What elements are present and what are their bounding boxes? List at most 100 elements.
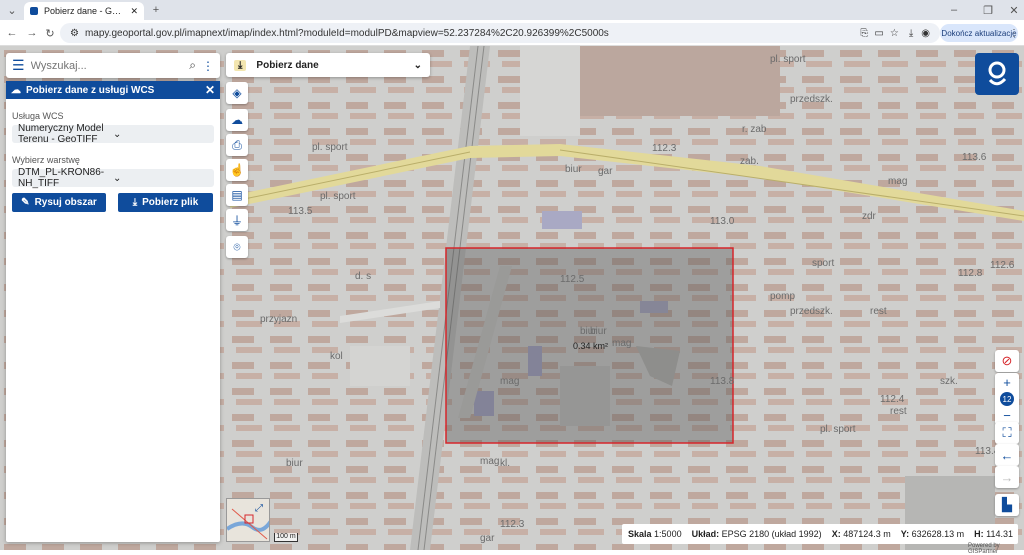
- map-label: przyjazn: [260, 314, 298, 325]
- chevron-down-icon: ⌄: [113, 128, 122, 140]
- x-coordinate: X: 487124.3 m: [832, 529, 891, 539]
- map-label: przedszk.: [790, 94, 833, 105]
- map-label: szk.: [940, 376, 958, 387]
- draw-area-label: Rysuj obszar: [34, 197, 97, 208]
- translate-icon[interactable]: ⎘: [860, 28, 868, 39]
- geoportal-g-icon: [988, 61, 1007, 86]
- draw-area-button[interactable]: ✎ Rysuj obszar: [12, 193, 106, 212]
- scale-bar: 100 m: [274, 533, 298, 542]
- download-module-icon: ⤓: [234, 59, 247, 71]
- browser-tab-bar: ⌄ Pobierz dane - Geoportal - GU... ✕ + –…: [0, 0, 1024, 20]
- map-label: pl. sport: [820, 424, 856, 435]
- tab-title: Pobierz dane - Geoportal - GU...: [44, 6, 124, 16]
- download-icon: ⤓: [132, 197, 138, 208]
- service-label: Usługa WCS: [12, 111, 64, 121]
- map-label: 113.6: [962, 152, 987, 163]
- back-icon[interactable]: ←: [4, 25, 20, 41]
- map-tools-icon[interactable]: ▙: [995, 494, 1019, 516]
- map-label: biur: [590, 326, 607, 337]
- overview-minimap[interactable]: ⤢: [226, 498, 270, 542]
- search-input[interactable]: [30, 59, 184, 72]
- address-bar[interactable]: ⚙ mapy.geoportal.gov.pl/imapnext/imap/in…: [60, 23, 940, 43]
- close-window-icon[interactable]: ✕: [1006, 2, 1022, 18]
- fullscreen-icon[interactable]: ⛶: [995, 422, 1019, 444]
- camera-icon[interactable]: ⌾: [226, 236, 248, 258]
- map-label: przedszk.: [790, 306, 833, 317]
- module-dropdown-label: Pobierz dane: [256, 59, 319, 71]
- reload-icon[interactable]: ↻: [42, 25, 58, 41]
- scale-value: 1:5000: [654, 529, 682, 539]
- measure-icon[interactable]: ⏚: [226, 209, 248, 231]
- minimize-icon[interactable]: –: [946, 2, 962, 18]
- site-info-icon[interactable]: ⚙: [70, 28, 79, 39]
- map-label: 112.5: [560, 274, 585, 285]
- map-label: 112.3: [652, 143, 677, 154]
- cloud-download-icon: ☁: [11, 84, 21, 96]
- map-label: rest: [870, 306, 887, 317]
- clipboard-icon[interactable]: ▤: [226, 184, 248, 206]
- panel-header: ☁ Pobierz dane z usługi WCS ✕: [6, 81, 220, 99]
- crs-info[interactable]: Układ: EPSG 2180 (układ 1992): [692, 529, 822, 539]
- y-value: 632628.13 m: [911, 529, 965, 539]
- new-tab-icon[interactable]: +: [148, 2, 164, 18]
- minimap-canvas: [227, 508, 269, 540]
- cast-icon[interactable]: ▭: [874, 28, 883, 39]
- scale-label: Skala: [628, 529, 652, 539]
- search-bar: ☰ ⌕ ⋮: [6, 53, 220, 78]
- browser-tab[interactable]: Pobierz dane - Geoportal - GU... ✕: [24, 2, 144, 20]
- previous-view-icon[interactable]: ←: [995, 444, 1019, 466]
- layer-label: Wybierz warstwę: [12, 155, 80, 165]
- geoportal-logo[interactable]: [975, 53, 1019, 95]
- chevron-down-icon: ⌄: [413, 59, 422, 71]
- map-label: 112.8: [958, 268, 983, 279]
- y-label: Y:: [900, 529, 910, 539]
- expand-minimap-icon[interactable]: ⤢: [255, 503, 263, 514]
- map-label: pl. sport: [770, 54, 806, 65]
- search-options-icon[interactable]: ⋮: [202, 59, 214, 73]
- map-label: r. zab: [742, 124, 767, 135]
- layers-icon[interactable]: ◈: [226, 82, 248, 104]
- search-icon[interactable]: ⌕: [189, 58, 196, 73]
- x-value: 487124.3 m: [843, 529, 891, 539]
- close-tab-icon[interactable]: ✕: [130, 6, 138, 17]
- wcs-download-panel: ☁ Pobierz dane z usługi WCS ✕ Usługa WCS…: [6, 81, 220, 542]
- download-icon[interactable]: ⤓: [909, 28, 913, 39]
- map-label: mag: [500, 376, 520, 387]
- module-dropdown[interactable]: ⤓ Pobierz dane ⌄: [226, 53, 430, 77]
- print-icon[interactable]: ⎙: [226, 134, 248, 156]
- map-label: zdr: [862, 211, 876, 222]
- status-bar: Skala 1:5000 Układ: EPSG 2180 (układ 199…: [622, 524, 1024, 544]
- tab-list-icon[interactable]: ⌄: [4, 2, 20, 18]
- map-label: 112.6: [990, 260, 1015, 271]
- url-text: mapy.geoportal.gov.pl/imapnext/imap/inde…: [84, 27, 609, 39]
- clear-selection-icon[interactable]: ⊘: [995, 350, 1019, 372]
- service-select[interactable]: Numeryczny Model Terenu - GeoTIFF ⌄: [12, 123, 214, 145]
- map-label: mag: [612, 338, 632, 349]
- zoom-in-icon[interactable]: +: [1003, 375, 1011, 390]
- crs-value: EPSG 2180 (układ 1992): [721, 529, 822, 539]
- download-file-button[interactable]: ⤓ Pobierz plik: [118, 193, 213, 212]
- cloud-icon[interactable]: ☁: [226, 109, 248, 131]
- next-view-icon[interactable]: →: [995, 466, 1019, 488]
- map-label: pl. sport: [320, 191, 356, 202]
- selection-area-label: 0.34 km²: [573, 341, 609, 351]
- map-label: biur: [286, 458, 303, 469]
- x-label: X:: [831, 529, 841, 539]
- map-label: 113.8: [710, 376, 735, 387]
- bookmark-star-icon[interactable]: ☆: [890, 28, 899, 39]
- hand-pointer-icon[interactable]: ☝: [226, 159, 248, 181]
- panel-title: Pobierz dane z usługi WCS: [26, 84, 155, 96]
- h-label: H:: [974, 529, 984, 539]
- service-select-value: Numeryczny Model Terenu - GeoTIFF: [18, 123, 104, 145]
- hamburger-menu-icon[interactable]: ☰: [12, 57, 25, 74]
- close-panel-icon[interactable]: ✕: [205, 83, 215, 97]
- scale-info[interactable]: Skala 1:5000: [628, 529, 682, 539]
- browser-menu-icon[interactable]: ⋮: [1006, 25, 1022, 41]
- zoom-out-icon[interactable]: −: [1003, 408, 1011, 423]
- restore-icon[interactable]: ❐: [980, 2, 996, 18]
- forward-icon[interactable]: →: [24, 25, 40, 41]
- map-label: kol: [330, 351, 343, 362]
- profile-icon[interactable]: ◉: [921, 28, 930, 39]
- layer-select[interactable]: DTM_PL-KRON86-NH_TIFF ⌄: [12, 167, 214, 189]
- h-value: 114.31: [986, 529, 1014, 539]
